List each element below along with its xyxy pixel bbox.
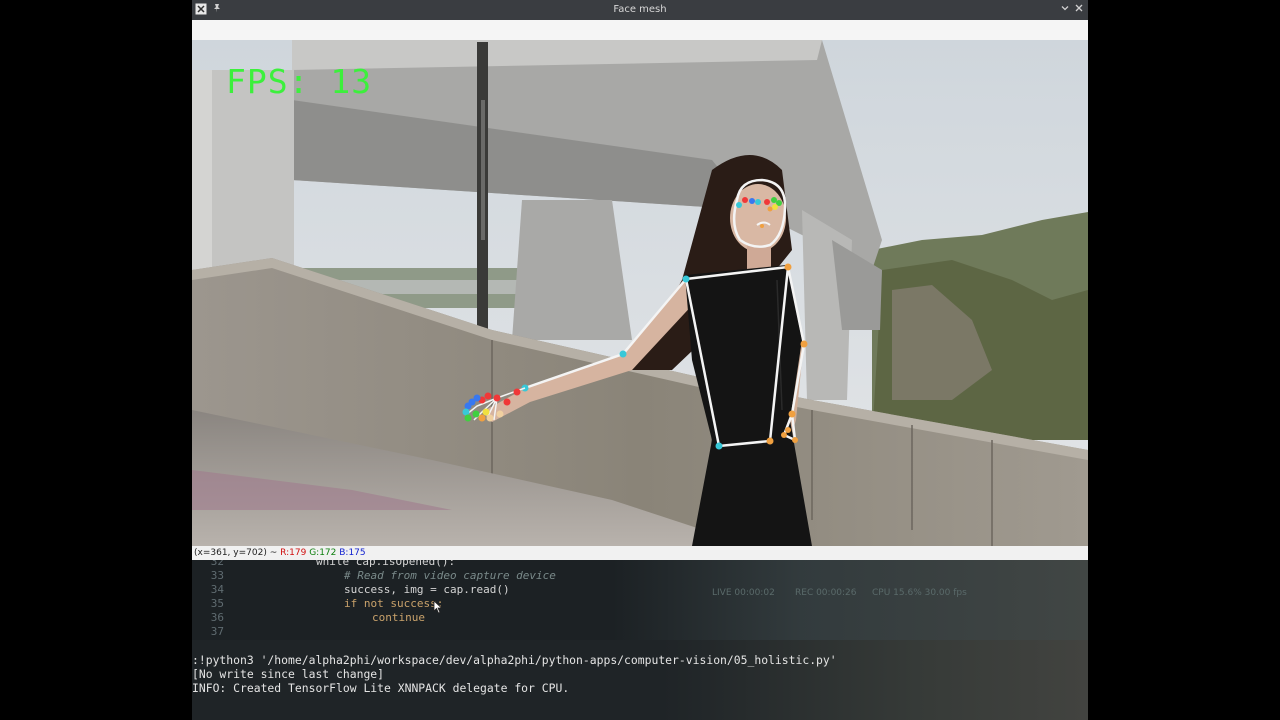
terminal-line: [No write since last change] — [192, 667, 385, 681]
green-value: G:172 — [309, 548, 337, 558]
code-line: 37 — [210, 625, 224, 638]
terminal-line: :!python3 '/home/alpha2phi/workspace/dev… — [192, 653, 837, 667]
code-editor[interactable]: 32 while cap.isOpened(): 33 # Read from vi… — [192, 560, 1088, 640]
minimize-chevron-icon[interactable] — [1058, 3, 1072, 17]
video-frame: FPS: 13 — [192, 40, 1088, 546]
cursor-coords: (x=361, y=702) ~ — [194, 548, 278, 558]
code-line: 32 while cap.isOpened(): — [210, 560, 456, 568]
pixel-info-statusbar: (x=361, y=702) ~ R:179 G:172 B:175 — [192, 546, 1088, 560]
close-icon[interactable] — [1072, 3, 1086, 17]
terminal-output: :!python3 '/home/alpha2phi/workspace/dev… — [192, 640, 1088, 720]
mouse-pointer-icon — [433, 600, 443, 618]
camera-image: FPS: 13 — [192, 40, 1088, 546]
faint-rec-label: REC 00:00:26 — [795, 588, 857, 598]
code-line: 36 continue — [210, 611, 425, 624]
window-title: Face mesh — [613, 4, 667, 15]
faint-cpu-label: CPU 15.6% 30.00 fps — [872, 588, 967, 598]
window-toolbar — [192, 20, 1088, 40]
title-bar: Face mesh — [192, 0, 1088, 20]
fps-overlay: FPS: 13 — [226, 62, 372, 101]
terminal-background-blend — [662, 640, 1088, 720]
code-line: 34 success, img = cap.read() — [210, 583, 510, 596]
face-mesh-window: Face mesh FPS: 13 (x=361, y=702) ~ R:179… — [192, 0, 1088, 720]
editor-background-blend — [612, 560, 1088, 640]
terminal-line: INFO: Created TensorFlow Lite XNNPACK de… — [192, 681, 570, 695]
code-line: 33 # Read from video capture device — [210, 569, 556, 582]
faint-live-label: LIVE 00:00:02 — [712, 588, 775, 598]
red-value: R:179 — [280, 548, 307, 558]
code-line: 35 if not success: — [210, 597, 444, 610]
blue-value: B:175 — [339, 548, 366, 558]
